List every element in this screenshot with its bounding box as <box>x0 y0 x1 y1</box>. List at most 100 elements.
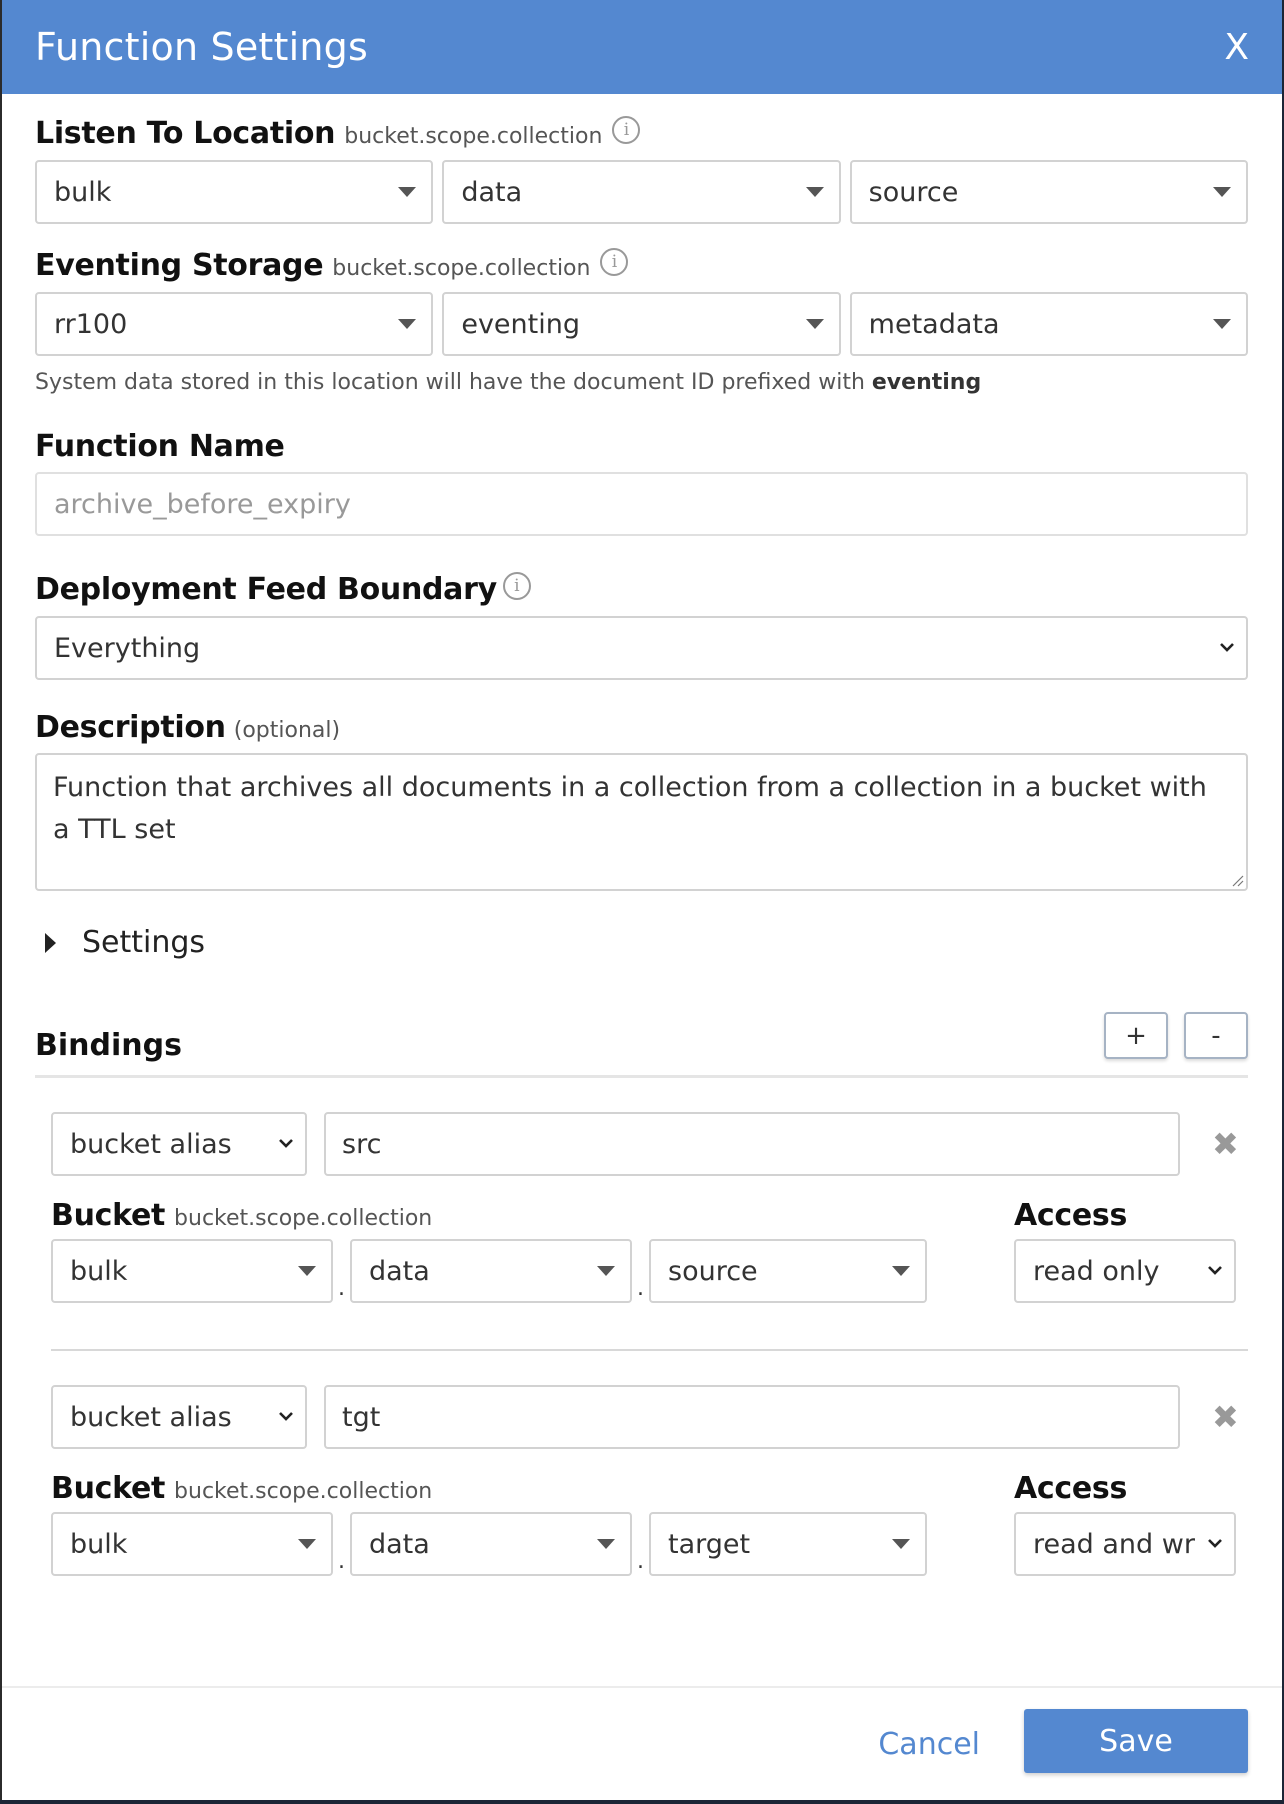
caret-down-icon <box>597 1266 615 1276</box>
bucket-sublabel: bucket.scope.collection <box>174 1206 433 1231</box>
eventing-storage-selects: rr100 eventing metadata <box>35 292 1248 356</box>
bucket-selects: bulk . data . target <box>51 1512 971 1576</box>
binding-collection-select[interactable]: target <box>649 1512 927 1576</box>
selected-value: target <box>668 1528 751 1560</box>
bucket-sublabel: bucket.scope.collection <box>174 1479 433 1504</box>
feed-boundary-select[interactable]: Everything <box>35 616 1248 680</box>
caret-down-icon <box>805 319 824 329</box>
caret-right-icon <box>45 932 56 953</box>
function-name-label-row: Function Name <box>35 429 1248 464</box>
selected-value: bulk <box>70 1528 128 1560</box>
listen-to-bucket-select[interactable]: bulk <box>35 160 434 224</box>
separator: . <box>338 1276 345 1301</box>
binding-alias-row: bucket alias src ✖ <box>51 1112 1248 1176</box>
caret-down-icon <box>298 1266 316 1276</box>
separator: . <box>637 1276 644 1301</box>
resize-handle-icon[interactable] <box>1230 873 1244 887</box>
caret-down-icon <box>398 187 417 197</box>
dialog-title: Function Settings <box>35 25 368 69</box>
listen-to-collection-select[interactable]: source <box>849 160 1248 224</box>
selected-value: data <box>369 1528 430 1560</box>
function-name-label: Function Name <box>35 429 285 464</box>
caret-down-icon <box>398 319 417 329</box>
selected-value: bulk <box>54 176 112 208</box>
save-button[interactable]: Save <box>1024 1709 1248 1773</box>
listen-to-scope-select[interactable]: data <box>442 160 841 224</box>
binding-access-select[interactable]: read only <box>1014 1239 1236 1303</box>
binding-bucket-select[interactable]: bulk <box>51 1512 333 1576</box>
remove-binding-button[interactable]: - <box>1184 1012 1248 1059</box>
bindings-buttons: + - <box>1104 1012 1248 1059</box>
binding-item: bucket alias tgt ✖ Bucket bucket.scope.c… <box>35 1351 1248 1576</box>
eventing-storage-help: System data stored in this location will… <box>35 370 1248 395</box>
bucket-label-row: Bucket bucket.scope.collection <box>51 1471 971 1506</box>
binding-scope-select[interactable]: data <box>350 1512 632 1576</box>
bucket-label: Bucket <box>51 1471 166 1506</box>
binding-access-select[interactable]: read and wr <box>1014 1512 1236 1576</box>
binding-type-select[interactable]: bucket alias <box>51 1112 307 1176</box>
eventing-storage-sublabel: bucket.scope.collection <box>332 256 591 281</box>
help-text: System data stored in this location will… <box>35 370 872 395</box>
cancel-button[interactable]: Cancel <box>878 1727 980 1762</box>
caret-down-icon <box>805 187 824 197</box>
selected-value: Everything <box>54 632 201 664</box>
alias-value: src <box>342 1128 382 1160</box>
caret-down-icon <box>892 1539 910 1549</box>
caret-down-icon <box>1212 319 1231 329</box>
settings-expander[interactable]: Settings <box>35 925 1248 960</box>
info-icon[interactable]: i <box>612 116 641 144</box>
selected-value: source <box>868 176 959 208</box>
separator: . <box>338 1549 345 1574</box>
binding-type-select[interactable]: bucket alias <box>51 1385 307 1449</box>
add-binding-button[interactable]: + <box>1104 1012 1168 1059</box>
function-name-input[interactable]: archive_before_expiry <box>35 472 1248 536</box>
selected-value: read only <box>1033 1255 1160 1287</box>
binding-alias-input[interactable]: tgt <box>324 1385 1180 1449</box>
bucket-group: Bucket bucket.scope.collection bulk . da… <box>51 1198 971 1303</box>
bucket-selects: bulk . data . source <box>51 1239 971 1303</box>
chevron-down-icon <box>1220 643 1234 652</box>
function-name-value: archive_before_expiry <box>54 488 351 520</box>
description-textarea[interactable]: Function that archives all documents in … <box>35 753 1248 891</box>
binding-collection-select[interactable]: source <box>649 1239 927 1303</box>
listen-to-label: Listen To Location <box>35 116 336 151</box>
access-group: Access read only <box>1014 1198 1236 1303</box>
bindings-header: Bindings + - <box>35 1012 1248 1078</box>
dialog-body: Listen To Location bucket.scope.collecti… <box>2 116 1282 1576</box>
dialog-header: Function Settings X <box>2 0 1282 94</box>
eventing-storage-scope-select[interactable]: eventing <box>442 292 841 356</box>
eventing-storage-label-row: Eventing Storage bucket.scope.collection… <box>35 248 1248 284</box>
chevron-down-icon <box>279 1139 293 1148</box>
eventing-storage-label: Eventing Storage <box>35 248 324 283</box>
access-label-row: Access <box>1014 1471 1236 1506</box>
description-label-row: Description (optional) <box>35 710 1248 745</box>
listen-to-label-row: Listen To Location bucket.scope.collecti… <box>35 116 1248 152</box>
selected-value: data <box>461 176 523 208</box>
remove-binding-icon[interactable]: ✖ <box>1212 1125 1239 1163</box>
eventing-storage-collection-select[interactable]: metadata <box>849 292 1248 356</box>
info-icon[interactable]: i <box>502 572 531 600</box>
chevron-down-icon <box>1208 1266 1222 1275</box>
function-settings-dialog: Function Settings X Listen To Location b… <box>0 0 1282 1800</box>
selected-value: bulk <box>70 1255 128 1287</box>
close-button[interactable]: X <box>1224 27 1249 68</box>
bucket-label: Bucket <box>51 1198 166 1233</box>
selected-value: rr100 <box>54 308 128 340</box>
eventing-storage-bucket-select[interactable]: rr100 <box>35 292 434 356</box>
remove-binding-icon[interactable]: ✖ <box>1212 1398 1239 1436</box>
description-value: Function that archives all documents in … <box>53 772 1207 845</box>
listen-to-selects: bulk data source <box>35 160 1248 224</box>
selected-value: source <box>668 1255 758 1287</box>
binding-scope-select[interactable]: data <box>350 1239 632 1303</box>
caret-down-icon <box>597 1539 615 1549</box>
binding-bucket-row: Bucket bucket.scope.collection bulk . da… <box>51 1471 1248 1576</box>
alias-value: tgt <box>342 1401 381 1433</box>
selected-value: read and wr <box>1033 1528 1195 1560</box>
dialog-footer: Cancel Save <box>2 1686 1282 1800</box>
description-sublabel: (optional) <box>233 718 341 743</box>
info-icon[interactable]: i <box>600 248 629 276</box>
binding-bucket-select[interactable]: bulk <box>51 1239 333 1303</box>
separator: . <box>637 1549 644 1574</box>
binding-item: bucket alias src ✖ Bucket bucket.scope.c… <box>35 1078 1248 1303</box>
binding-alias-input[interactable]: src <box>324 1112 1180 1176</box>
